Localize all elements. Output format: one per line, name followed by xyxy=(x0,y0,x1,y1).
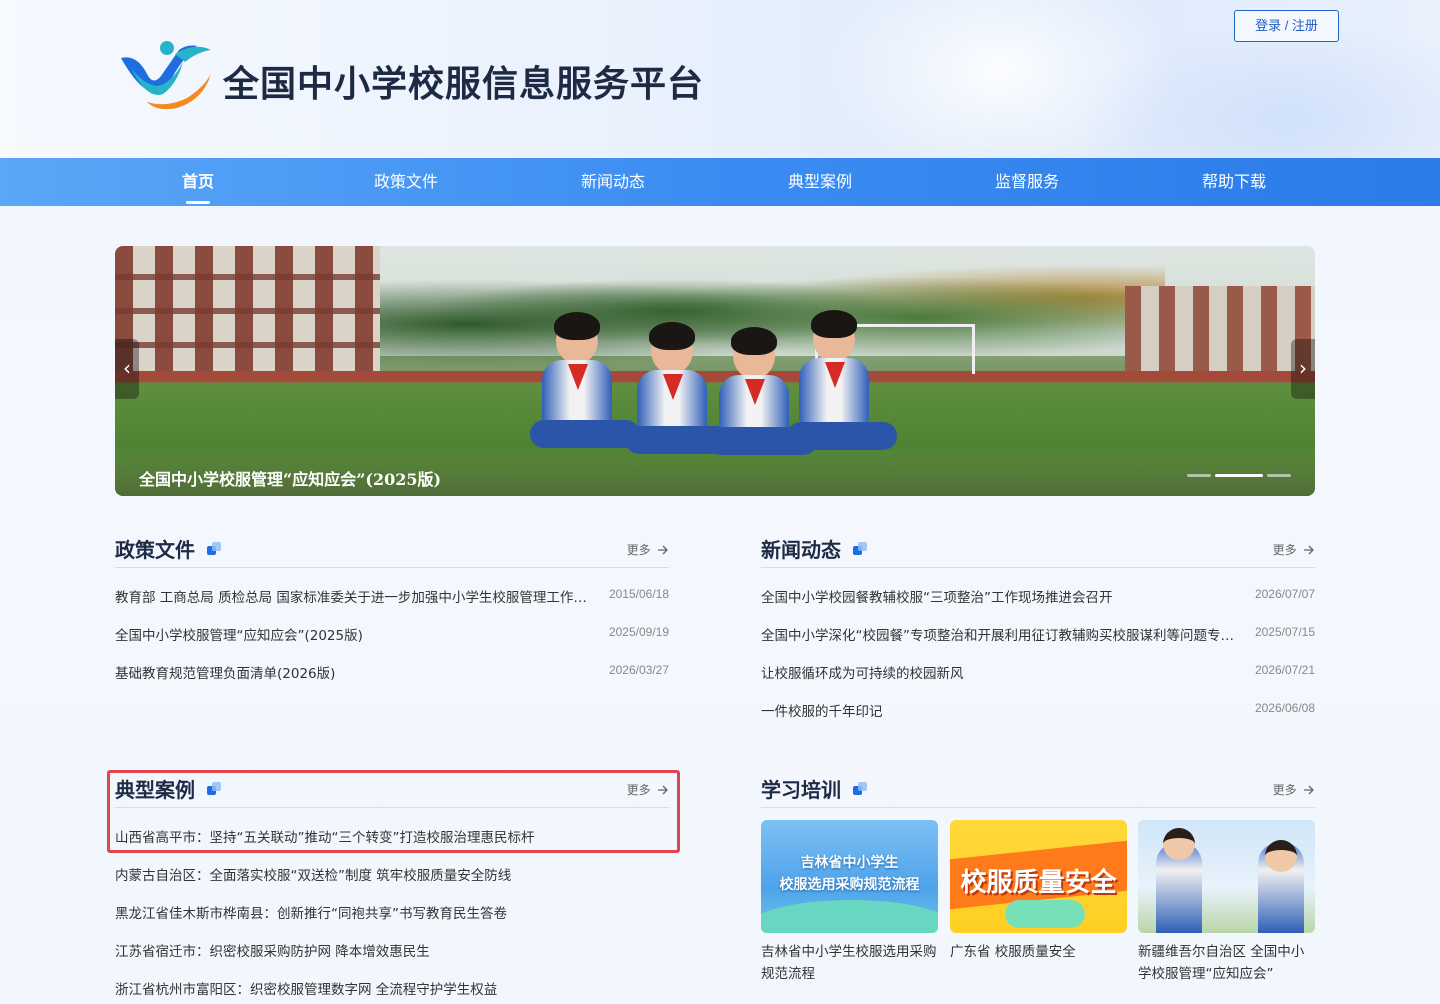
list-item-date: 2026/03/27 xyxy=(608,663,669,677)
nav-supervision[interactable]: 监督服务 xyxy=(967,158,1087,206)
news-section: 新闻动态 更多 全国中小学校园餐教辅校服“三项整治”工作现场推进会召开 2026… xyxy=(761,528,1315,738)
section-title: 学习培训 xyxy=(761,778,841,802)
section-title: 政策文件 xyxy=(115,538,195,562)
training-card-caption: 广东省 校服质量安全 xyxy=(950,944,1076,960)
list-item-title: 教育部 工商总局 质检总局 国家标准委关于进一步加强中小学生校服管理工作的意见 xyxy=(115,590,590,606)
training-thumbnail[interactable]: 校服质量安全 xyxy=(950,820,1127,933)
list-item-title: 让校服循环成为可持续的校园新风 xyxy=(761,666,964,682)
list-item-title: 江苏省宿迁市：织密校服采购防护网 降本增效惠民生 xyxy=(115,944,430,960)
training-card-caption: 吉林省中小学生校服选用采购规范流程 xyxy=(761,944,937,982)
nav-label: 典型案例 xyxy=(787,172,852,191)
platform-logo-icon[interactable] xyxy=(117,40,213,112)
more-link[interactable]: 更多 xyxy=(627,541,669,558)
banner-building xyxy=(115,246,380,386)
nav-cases[interactable]: 典型案例 xyxy=(760,158,880,206)
list-item-title: 全国中小学校服管理“应知应会”(2025版) xyxy=(115,628,363,644)
list-item-title: 全国中小学校园餐教辅校服“三项整治”工作现场推进会召开 xyxy=(761,590,1113,606)
thumbnail-text: 吉林省中小学生 校服选用采购规范流程 xyxy=(779,855,920,893)
carousel-dot[interactable] xyxy=(1267,474,1291,477)
section-title: 新闻动态 xyxy=(761,538,841,562)
list-item[interactable]: 让校服循环成为可持续的校园新风 2026/07/21 xyxy=(761,662,1315,686)
arrow-right-icon xyxy=(1304,785,1314,795)
site-title[interactable]: 全国中小学校服信息服务平台 xyxy=(223,55,704,107)
list-item-title: 基础教育规范管理负面清单(2026版) xyxy=(115,666,336,682)
list-item-date: 2026/07/21 xyxy=(1254,663,1315,677)
section-decor-icon xyxy=(853,542,867,556)
chevron-left-icon: ‹ xyxy=(123,356,131,380)
training-section: 学习培训 更多 吉林省中小学生 校服选用采购规范流程 吉林省中小学生校服选用采购… xyxy=(761,768,1315,1004)
nav-policy[interactable]: 政策文件 xyxy=(346,158,466,206)
list-item-date: 2026/07/07 xyxy=(1254,587,1315,601)
list-item-title: 浙江省杭州市富阳区：织密校服管理数字网 全流程守护学生权益 xyxy=(115,982,498,998)
nav-help-download[interactable]: 帮助下载 xyxy=(1174,158,1294,206)
banner-prev-button[interactable]: ‹ xyxy=(115,339,139,399)
section-header: 学习培训 更多 xyxy=(761,768,1315,808)
list-item-title: 内蒙古自治区：全面落实校服“双送检”制度 筑牢校服质量安全防线 xyxy=(115,868,512,884)
list-item-date: 2015/06/18 xyxy=(608,587,669,601)
list-item-title: 一件校服的千年印记 xyxy=(761,704,883,720)
more-label: 更多 xyxy=(1272,543,1297,557)
nav-label: 政策文件 xyxy=(373,172,438,191)
thumbnail-decoration xyxy=(1005,900,1085,928)
arrow-right-icon xyxy=(658,545,668,555)
list-item[interactable]: 全国中小学校服管理“应知应会”(2025版) 2025/09/19 xyxy=(115,624,669,648)
thumbnail-decoration xyxy=(761,900,938,933)
section-decor-icon xyxy=(853,782,867,796)
nav-home[interactable]: 首页 xyxy=(138,158,258,206)
list-item[interactable]: 内蒙古自治区：全面落实校服“双送检”制度 筑牢校服质量安全防线 xyxy=(115,864,669,888)
highlight-annotation xyxy=(107,770,680,853)
banner-caption[interactable]: 全国中小学校服管理“应知应会”(2025版) xyxy=(139,466,441,490)
carousel-indicators xyxy=(1187,474,1297,478)
list-item[interactable]: 浙江省杭州市富阳区：织密校服管理数字网 全流程守护学生权益 xyxy=(115,978,669,1002)
section-header: 政策文件 更多 xyxy=(115,528,669,568)
list-item[interactable]: 黑龙江省佳木斯市桦南县：创新推行“同袍共享”书写教育民生答卷 xyxy=(115,902,669,926)
list-item[interactable]: 全国中小学深化“校园餐”专项整治和开展利用征订教辅购买校服谋利等问题专项整治 2… xyxy=(761,624,1315,648)
banner-next-button[interactable]: › xyxy=(1291,339,1315,399)
nav-label: 监督服务 xyxy=(994,172,1059,191)
main-nav: 首页 政策文件 新闻动态 典型案例 监督服务 帮助下载 xyxy=(0,158,1440,206)
section-decor-icon xyxy=(207,542,221,556)
more-link[interactable]: 更多 xyxy=(1273,781,1315,798)
more-label: 更多 xyxy=(626,543,651,557)
list-item-date: 2025/09/19 xyxy=(608,625,669,639)
nav-label: 新闻动态 xyxy=(580,172,645,191)
list-item[interactable]: 江苏省宿迁市：织密校服采购防护网 降本增效惠民生 xyxy=(115,940,669,964)
training-thumbnail[interactable]: 吉林省中小学生 校服选用采购规范流程 xyxy=(761,820,938,933)
more-link[interactable]: 更多 xyxy=(1273,541,1315,558)
list-item[interactable]: 基础教育规范管理负面清单(2026版) 2026/03/27 xyxy=(115,662,669,686)
list-item[interactable]: 教育部 工商总局 质检总局 国家标准委关于进一步加强中小学生校服管理工作的意见 … xyxy=(115,586,669,610)
list-item-title: 全国中小学深化“校园餐”专项整治和开展利用征订教辅购买校服谋利等问题专项整治 xyxy=(761,628,1236,644)
training-card[interactable]: 吉林省中小学生 校服选用采购规范流程 吉林省中小学生校服选用采购规范流程 xyxy=(761,820,938,985)
thumbnail-text: 校服质量安全 xyxy=(960,868,1117,898)
list-item-date: 2026/06/08 xyxy=(1254,701,1315,715)
section-header: 新闻动态 更多 xyxy=(761,528,1315,568)
more-label: 更多 xyxy=(1272,783,1297,797)
carousel-dot[interactable] xyxy=(1187,474,1211,477)
nav-label: 首页 xyxy=(181,172,214,191)
thumbnail-student xyxy=(1265,840,1297,872)
nav-label: 帮助下载 xyxy=(1201,172,1266,191)
nav-active-indicator xyxy=(186,201,210,204)
policy-section: 政策文件 更多 教育部 工商总局 质检总局 国家标准委关于进一步加强中小学生校服… xyxy=(115,528,669,698)
thumbnail-student xyxy=(1163,828,1195,860)
list-item[interactable]: 全国中小学校园餐教辅校服“三项整治”工作现场推进会召开 2026/07/07 xyxy=(761,586,1315,610)
training-thumbnail[interactable] xyxy=(1138,820,1315,933)
header: 全国中小学校服信息服务平台 登录 / 注册 xyxy=(0,0,1440,158)
banner-building xyxy=(1125,286,1315,376)
training-card[interactable]: 新疆维吾尔自治区 全国中小学校服管理“应知应会” xyxy=(1138,820,1315,985)
chevron-right-icon: › xyxy=(1299,356,1307,380)
login-register-button[interactable]: 登录 / 注册 xyxy=(1234,10,1339,42)
list-item[interactable]: 一件校服的千年印记 2026/06/08 xyxy=(761,700,1315,724)
list-item-title: 黑龙江省佳木斯市桦南县：创新推行“同袍共享”书写教育民生答卷 xyxy=(115,906,507,922)
training-card-caption: 新疆维吾尔自治区 全国中小学校服管理“应知应会” xyxy=(1138,944,1305,982)
training-card[interactable]: 校服质量安全 广东省 校服质量安全 xyxy=(950,820,1127,963)
list-item-date: 2025/07/15 xyxy=(1254,625,1315,639)
carousel-dot-active[interactable] xyxy=(1215,474,1263,477)
arrow-right-icon xyxy=(1304,545,1314,555)
banner-carousel[interactable]: 全国中小学校服管理“应知应会”(2025版) ‹ › xyxy=(115,246,1315,496)
nav-news[interactable]: 新闻动态 xyxy=(553,158,673,206)
